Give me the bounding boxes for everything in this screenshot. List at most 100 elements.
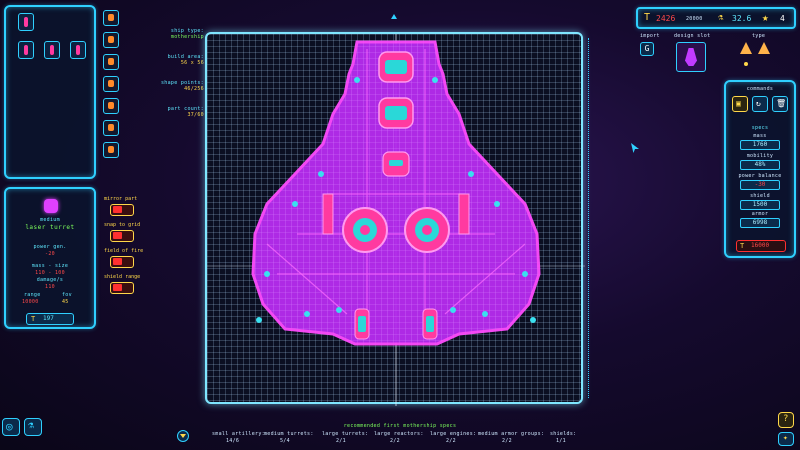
power-balance-value: -30 xyxy=(740,180,780,190)
snap-to-grid-label: snap to grid xyxy=(104,222,141,228)
part-slot-3[interactable] xyxy=(44,41,60,59)
req-large-reactors-label: large reactors: xyxy=(374,431,424,437)
save-button[interactable]: ▣ xyxy=(732,96,748,112)
small-turret-module xyxy=(382,151,410,177)
research-button[interactable]: ⚗ xyxy=(24,418,42,436)
range-value: 10000 xyxy=(22,299,39,305)
chevron-down-icon xyxy=(180,434,186,438)
build-area-value: 56 x 56 xyxy=(180,60,204,66)
toggle-list: mirror part snap to grid field of fire s… xyxy=(104,196,148,296)
snap-to-grid-toggle[interactable] xyxy=(110,230,134,242)
part-slot-2[interactable] xyxy=(18,41,34,59)
category-armor-button[interactable] xyxy=(103,142,119,158)
shield-range-toggle[interactable] xyxy=(110,282,134,294)
research-value: 32.6 xyxy=(732,14,752,23)
build-grid[interactable] xyxy=(205,32,585,406)
part-size: medium xyxy=(40,217,60,223)
req-shields-label: shields: xyxy=(550,431,577,437)
help-button[interactable]: ? xyxy=(778,412,794,428)
commands-title: commands xyxy=(746,86,774,92)
damage-value: 110 xyxy=(45,284,55,290)
req-medium-turrets-label: medium turrets: xyxy=(264,431,314,437)
part-icon xyxy=(44,199,58,213)
turret-module-1 xyxy=(378,51,414,83)
part-count-value: 37/60 xyxy=(187,112,204,118)
mass-label: mass xyxy=(753,133,767,139)
type-button-2[interactable] xyxy=(758,42,770,54)
category-missiles-button[interactable] xyxy=(103,32,119,48)
info-button[interactable]: ✦ xyxy=(778,432,794,446)
commands-panel: commands ▣ ↻ 🗑 specs mass 1760 mobility … xyxy=(724,80,796,258)
mirror-part-toggle[interactable] xyxy=(110,204,134,216)
grid-frame-dots xyxy=(588,38,590,398)
shield-value: 1500 xyxy=(740,200,780,210)
ship-thumbnail-icon xyxy=(685,48,697,66)
ship-type-value: mothership xyxy=(170,34,204,40)
field-of-fire-toggle[interactable] xyxy=(110,256,134,268)
delete-button[interactable]: 🗑 xyxy=(772,96,788,112)
category-reactors-button[interactable] xyxy=(103,54,119,70)
armor-label: armor xyxy=(751,211,769,217)
req-large-turrets-label: large turrets: xyxy=(322,431,369,437)
credits-icon: T xyxy=(740,242,745,250)
category-engines-button[interactable] xyxy=(103,76,119,92)
rotate-button[interactable]: ↻ xyxy=(752,96,768,112)
req-small-artillery-value: 14/6 xyxy=(226,438,240,444)
engine-left xyxy=(354,308,370,340)
design-slot-button[interactable] xyxy=(676,42,706,72)
settings-button[interactable]: ◎ xyxy=(2,418,20,436)
stars-value: 4 xyxy=(780,14,785,23)
design-slot-label: design slot xyxy=(674,33,711,39)
gear-icon: ◎ xyxy=(6,420,13,433)
shield-label: shield xyxy=(750,193,770,199)
range-label: range xyxy=(24,292,41,298)
credits-value: 2426 xyxy=(656,14,676,23)
req-medium-armor-value: 2/2 xyxy=(502,438,512,444)
recommended-specs-title: recommended first mothership specs xyxy=(343,423,457,429)
import-button[interactable]: G xyxy=(640,42,654,56)
total-cost-box[interactable]: T 16000 xyxy=(736,240,786,252)
category-weapons-button[interactable] xyxy=(103,10,119,26)
req-large-turrets-value: 2/1 xyxy=(336,438,346,444)
cursor-icon xyxy=(631,143,639,153)
lightbulb-icon: ✦ xyxy=(783,433,788,442)
part-cost-box[interactable]: T 197 xyxy=(26,313,74,325)
requirements-list: small artillery: 14/6 medium turrets: 5/… xyxy=(200,431,580,447)
category-column xyxy=(103,10,119,160)
credits-icon: T xyxy=(31,315,36,323)
mass-size-label: mass - size xyxy=(31,263,69,269)
turret-module-2 xyxy=(378,97,414,129)
specs-title: specs xyxy=(751,125,769,131)
armor-value: 6998 xyxy=(740,218,780,228)
part-slot-4[interactable] xyxy=(70,41,86,59)
credits-max: 20000 xyxy=(686,16,703,22)
mass-value: 1760 xyxy=(740,140,780,150)
part-name: laser turret xyxy=(25,224,75,231)
total-cost-value: 16000 xyxy=(751,242,770,249)
type-label: type xyxy=(752,33,766,39)
star-icon: ★ xyxy=(762,11,769,24)
mass-size-value: 110 - 100 xyxy=(35,270,65,276)
category-radiation-button[interactable] xyxy=(103,98,119,114)
req-small-artillery-label: small artillery: xyxy=(212,431,265,437)
scroll-up-arrow-icon[interactable] xyxy=(391,14,397,19)
mirror-part-label: mirror part xyxy=(104,196,138,202)
scroll-down-button[interactable] xyxy=(177,430,189,442)
power-gen-value: -20 xyxy=(45,251,55,257)
fov-value: 45 xyxy=(62,299,69,305)
category-shields-button[interactable] xyxy=(103,120,119,136)
part-slot-1[interactable] xyxy=(18,13,34,31)
type-button-1[interactable] xyxy=(740,42,752,54)
req-large-engines-label: large engines: xyxy=(430,431,477,437)
shield-range-label: shield range xyxy=(104,274,141,280)
mobility-value: 48% xyxy=(740,160,780,170)
research-icon: ⚗ xyxy=(718,13,724,23)
field-of-fire-label: field of fire xyxy=(104,248,144,254)
req-medium-armor-label: medium armor groups: xyxy=(478,431,545,437)
fov-label: fov xyxy=(62,292,72,298)
ship-info: ship type: mothership build area: 56 x 5… xyxy=(160,28,204,118)
trash-icon: 🗑 xyxy=(776,99,787,108)
type-indicator-dot xyxy=(744,62,748,66)
ship-blueprint xyxy=(207,34,585,406)
parts-panel xyxy=(4,5,96,179)
